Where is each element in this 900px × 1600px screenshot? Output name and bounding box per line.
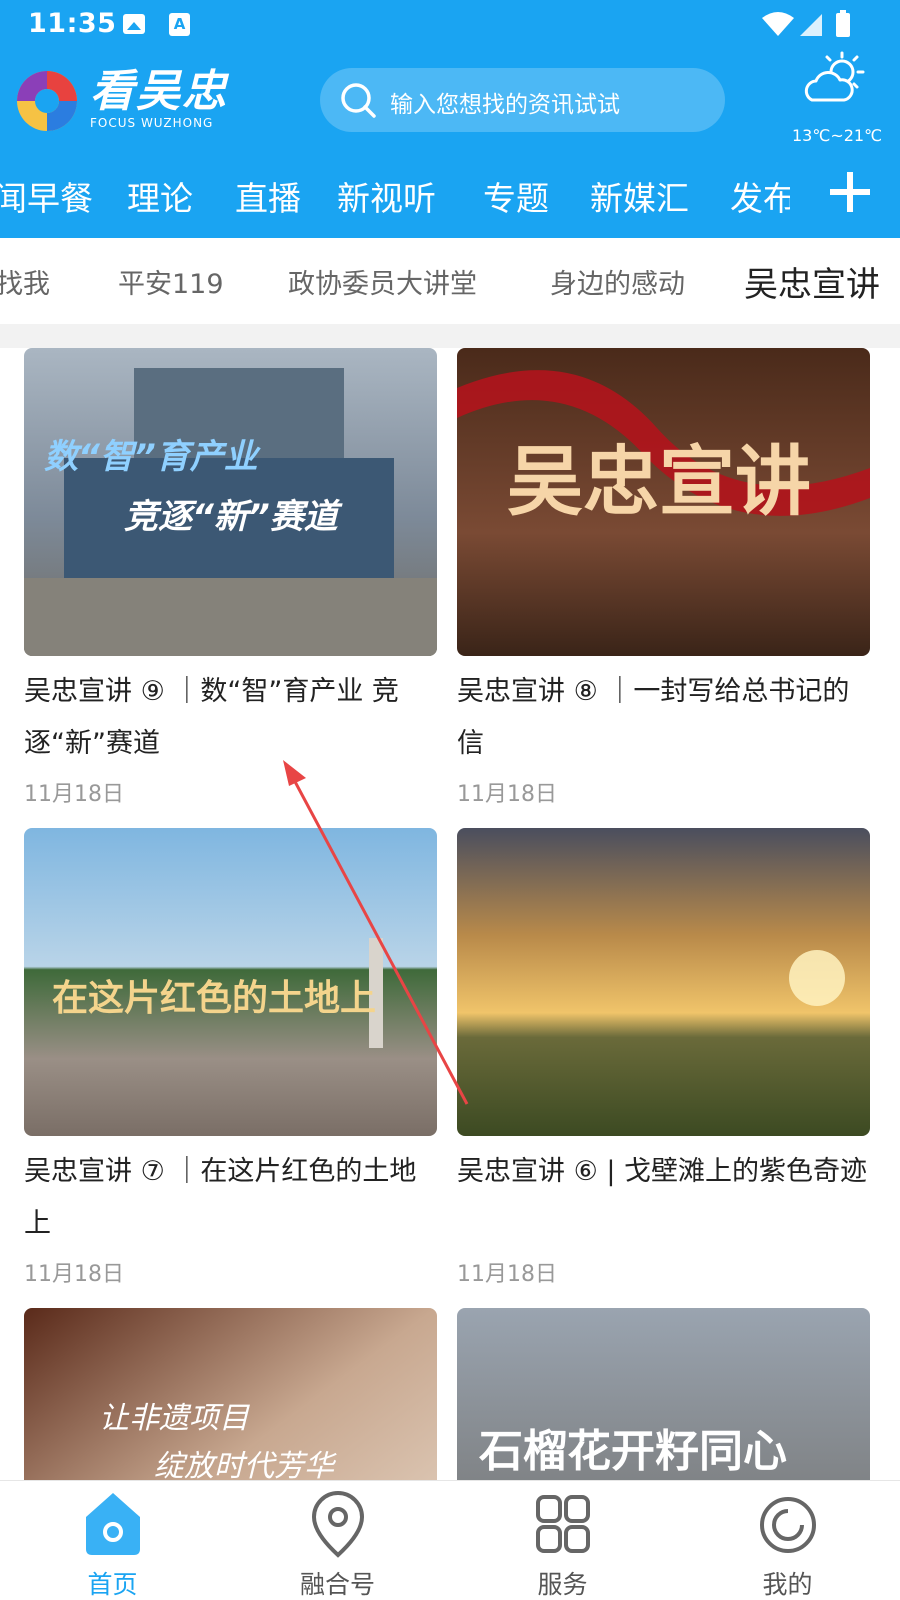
logo-swirl-icon xyxy=(17,71,77,131)
grid-icon xyxy=(536,1495,590,1553)
thumb-caption: 让非遗项目 xyxy=(99,1401,250,1436)
profile-icon xyxy=(760,1497,816,1553)
thumb-caption: 在这片红色的土地上 xyxy=(52,977,376,1019)
search-icon xyxy=(341,83,376,118)
news-thumbnail: 数“智”育产业 竞逐“新”赛道 xyxy=(24,348,437,656)
status-bar: 11:35 A xyxy=(0,0,900,50)
news-title: 吴忠宣讲 ⑨ ｜数“智”育产业 竞逐“新”赛道 xyxy=(24,676,399,759)
sub-tab-active[interactable]: 吴忠宣讲 xyxy=(744,257,880,306)
wifi-icon xyxy=(762,12,794,36)
sub-channel-tabs: 找我 平安119 政协委员大讲堂 身边的感动 吴忠宣讲 xyxy=(0,238,900,324)
news-date: 11月18日 xyxy=(24,1262,124,1287)
channel-tab[interactable]: 专题 xyxy=(483,172,549,220)
tab-home[interactable]: 首页 xyxy=(0,1481,225,1600)
sub-tab[interactable]: 身边的感动 xyxy=(550,262,685,301)
news-thumbnail: 让非遗项目 绽放时代芳华 xyxy=(24,1308,437,1480)
signal-icon xyxy=(800,14,822,36)
thumb-caption: 竞逐“新”赛道 xyxy=(124,497,343,537)
a-icon: A xyxy=(169,13,190,36)
news-title: 吴忠宣讲 ⑥ | 戈壁滩上的紫色奇迹 xyxy=(457,1156,868,1187)
news-date: 11月18日 xyxy=(24,782,124,807)
news-card[interactable]: 让非遗项目 绽放时代芳华 xyxy=(24,1308,437,1480)
weather-widget[interactable]: 13℃~21℃ xyxy=(790,50,885,150)
location-pin-icon xyxy=(311,1490,365,1558)
channel-tab[interactable]: 新媒汇 xyxy=(590,172,689,220)
bottom-tab-bar: 首页 融合号 服务 我的 xyxy=(0,1480,900,1600)
app-header: 11:35 A 看吴忠 FOCUS WUZHONG 输入您想找的资讯试试 13℃… xyxy=(0,0,900,238)
tab-label: 首页 xyxy=(87,1570,138,1599)
sub-tab[interactable]: 平安119 xyxy=(118,262,224,301)
news-card[interactable]: 石榴花开籽同心 xyxy=(457,1308,870,1480)
news-card[interactable]: 吴忠宣讲 ⑥ | 戈壁滩上的紫色奇迹 11月18日 xyxy=(457,828,870,1288)
news-feed: 数“智”育产业 竞逐“新”赛道 吴忠宣讲 ⑨ ｜数“智”育产业 竞逐“新”赛道 … xyxy=(0,348,900,1480)
channel-tab[interactable]: 发布 xyxy=(730,172,790,220)
status-icons xyxy=(762,10,850,37)
news-card[interactable]: 在这片红色的土地上 吴忠宣讲 ⑦ ｜在这片红色的土地上 11月18日 xyxy=(24,828,437,1288)
home-icon xyxy=(86,1493,140,1555)
news-title: 吴忠宣讲 ⑦ ｜在这片红色的土地上 xyxy=(24,1156,417,1239)
battery-icon xyxy=(836,13,850,37)
sub-tab[interactable]: 政协委员大讲堂 xyxy=(288,262,477,301)
image-icon xyxy=(123,14,145,34)
news-thumbnail xyxy=(457,828,870,1136)
channel-tab[interactable]: 直播 xyxy=(235,172,301,220)
thumb-caption: 石榴花开籽同心 xyxy=(479,1426,787,1477)
tab-profile[interactable]: 我的 xyxy=(675,1481,900,1600)
logo-subtitle: FOCUS WUZHONG xyxy=(90,116,214,130)
thumb-caption: 吴忠宣讲 xyxy=(507,437,811,526)
tab-services[interactable]: 服务 xyxy=(450,1481,675,1600)
news-card[interactable]: 吴忠宣讲 吴忠宣讲 ⑧ ｜一封写给总书记的信 11月18日 xyxy=(457,348,870,808)
sub-tab[interactable]: 找我 xyxy=(0,262,50,301)
partly-cloudy-icon xyxy=(804,51,865,102)
news-thumbnail: 石榴花开籽同心 xyxy=(457,1308,870,1480)
weather-temperature: 13℃~21℃ xyxy=(792,126,883,145)
tab-label: 服务 xyxy=(537,1570,588,1599)
news-title: 吴忠宣讲 ⑧ ｜一封写给总书记的信 xyxy=(457,676,850,759)
tab-media[interactable]: 融合号 xyxy=(225,1481,450,1600)
search-bar[interactable]: 输入您想找的资讯试试 xyxy=(320,68,725,132)
news-thumbnail: 吴忠宣讲 xyxy=(457,348,870,656)
tab-label: 融合号 xyxy=(299,1570,375,1599)
search-placeholder: 输入您想找的资讯试试 xyxy=(390,92,620,118)
channel-tab[interactable]: 理论 xyxy=(127,172,193,220)
news-card[interactable]: 数“智”育产业 竞逐“新”赛道 吴忠宣讲 ⑨ ｜数“智”育产业 竞逐“新”赛道 … xyxy=(24,348,437,808)
news-date: 11月18日 xyxy=(457,782,557,807)
section-divider xyxy=(0,324,900,348)
channel-tabs: 闻早餐 理论 直播 新视听 专题 新媒汇 发布 xyxy=(0,160,790,230)
thumb-caption: 绽放时代芳华 xyxy=(154,1449,337,1480)
app-logo: 看吴忠 FOCUS WUZHONG xyxy=(14,66,239,136)
news-date: 11月18日 xyxy=(457,1262,557,1287)
thumb-caption: 数“智”育产业 xyxy=(44,437,262,477)
logo-text: 看吴忠 xyxy=(90,66,228,117)
news-thumbnail: 在这片红色的土地上 xyxy=(24,828,437,1136)
channel-tab[interactable]: 闻早餐 xyxy=(0,172,93,220)
add-channel-icon[interactable] xyxy=(826,168,874,216)
channel-tab[interactable]: 新视听 xyxy=(337,172,436,220)
tab-label: 我的 xyxy=(762,1570,813,1599)
status-time: 11:35 xyxy=(28,8,117,39)
